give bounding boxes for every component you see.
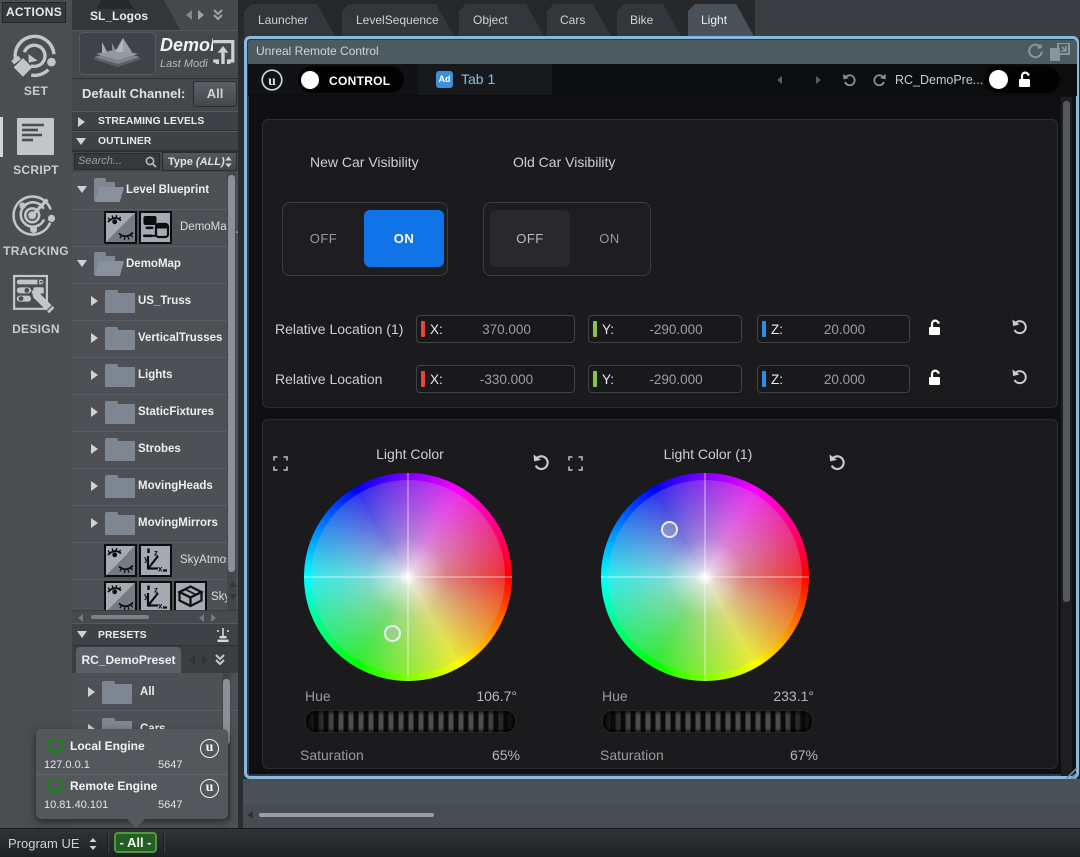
svg-text:u: u <box>268 74 276 89</box>
